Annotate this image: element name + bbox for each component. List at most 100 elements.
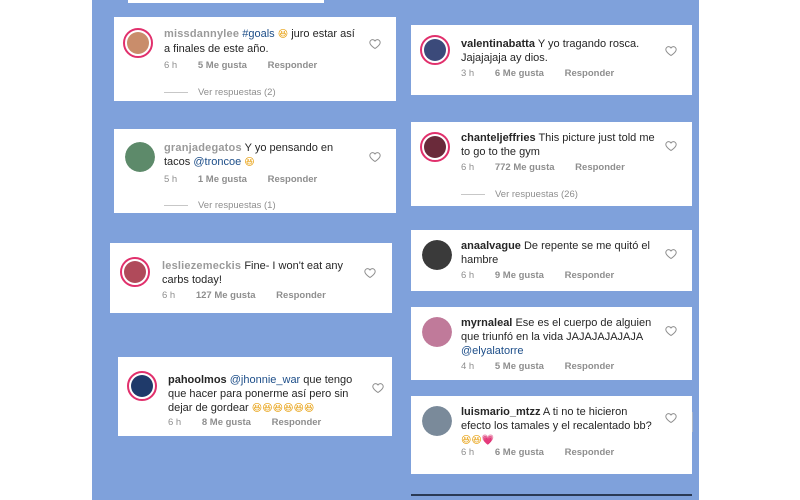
likes-count[interactable]: 5 Me gusta [198, 60, 247, 71]
view-replies-label: Ver respuestas (1) [198, 200, 276, 211]
reply-button[interactable]: Responder [565, 447, 615, 458]
likes-count[interactable]: 1 Me gusta [198, 174, 247, 185]
avatar-image [424, 136, 446, 158]
username[interactable]: chanteljeffries [461, 132, 536, 144]
avatar-image [422, 240, 452, 270]
comment-text: valentinabatta Y yo tragando rosca. Jaja… [461, 37, 651, 65]
avatar[interactable] [422, 317, 452, 347]
likes-count[interactable]: 6 Me gusta [495, 447, 544, 458]
timestamp[interactable]: 6 h [461, 447, 474, 458]
mention-link[interactable]: @elyalatorre [461, 345, 524, 357]
username[interactable]: missdannylee [164, 28, 239, 40]
view-replies-label: Ver respuestas (26) [495, 189, 578, 200]
comment-card: lesliezemeckis Fine- I won't eat any car… [110, 243, 392, 313]
laughing-emoji-icon: 😆 [277, 29, 289, 40]
likes-count[interactable]: 8 Me gusta [202, 417, 251, 428]
heart-outline-icon[interactable] [372, 382, 384, 394]
avatar[interactable] [422, 406, 452, 436]
comment-meta: 6 h 8 Me gusta Responder [168, 417, 339, 428]
mention-link[interactable]: @jhonnie_war [230, 374, 301, 386]
comment-card: anaalvague De repente se me quitó el ham… [411, 230, 692, 291]
heart-outline-icon[interactable] [364, 267, 376, 279]
mention-link[interactable]: @troncoe [193, 156, 241, 168]
heart-outline-icon[interactable] [665, 412, 677, 424]
laughing-emoji-icon: 😆😆😆😆😆😆 [251, 403, 315, 414]
timestamp[interactable]: 6 h [162, 290, 175, 301]
laughing-emoji-icon: 😆😆 [461, 435, 482, 446]
timestamp[interactable]: 5 h [164, 174, 177, 185]
avatar-image [424, 39, 446, 61]
view-replies-link[interactable]: Ver respuestas (26) [461, 189, 578, 200]
bottom-divider [411, 494, 692, 496]
timestamp[interactable]: 6 h [461, 270, 474, 281]
timestamp[interactable]: 3 h [461, 68, 474, 79]
likes-count[interactable]: 772 Me gusta [495, 162, 555, 173]
laughing-emoji-icon: 😆 [244, 157, 255, 168]
reply-button[interactable]: Responder [575, 162, 625, 173]
timestamp[interactable]: 6 h [461, 162, 474, 173]
avatar[interactable] [125, 142, 155, 172]
avatar[interactable] [120, 257, 150, 287]
likes-count[interactable]: 127 Me gusta [196, 290, 256, 301]
avatar[interactable] [123, 28, 153, 58]
comment-meta: 4 h 5 Me gusta Responder [461, 361, 632, 372]
view-replies-link[interactable]: Ver respuestas (2) [164, 87, 276, 98]
heart-outline-icon[interactable] [665, 140, 677, 152]
username[interactable]: valentinabatta [461, 38, 535, 50]
reply-button[interactable]: Responder [268, 60, 318, 71]
timestamp[interactable]: 4 h [461, 361, 474, 372]
avatar-image [127, 32, 149, 54]
username[interactable]: pahoolmos [168, 374, 227, 386]
timestamp[interactable]: 6 h [164, 60, 177, 71]
username[interactable]: myrnaleal [461, 317, 512, 329]
username[interactable]: anaalvague [461, 240, 521, 252]
avatar-image [125, 142, 155, 172]
timestamp[interactable]: 6 h [168, 417, 181, 428]
top-divider [128, 0, 324, 3]
comment-card: valentinabatta Y yo tragando rosca. Jaja… [411, 25, 692, 95]
heart-outline-icon[interactable] [665, 248, 677, 260]
view-replies-link[interactable]: Ver respuestas (1) [164, 200, 276, 211]
heart-outline-icon[interactable] [369, 151, 381, 163]
replies-dash [461, 193, 485, 195]
hashtag-link[interactable]: #goals [242, 28, 274, 40]
avatar-image [124, 261, 146, 283]
comment-meta: 3 h 6 Me gusta Responder [461, 68, 632, 79]
heart-outline-icon[interactable] [665, 45, 677, 57]
comment-card: luismario_mtzz A ti no te hicieron efect… [411, 396, 692, 474]
heart-outline-icon[interactable] [369, 38, 381, 50]
avatar[interactable] [420, 35, 450, 65]
avatar[interactable] [127, 371, 157, 401]
comment-text: lesliezemeckis Fine- I won't eat any car… [162, 259, 357, 287]
reply-button[interactable]: Responder [565, 68, 615, 79]
comment-card: missdannylee #goals 😆 juro estar así a f… [114, 17, 396, 101]
comment-card: myrnaleal Ese es el cuerpo de alguien qu… [411, 307, 692, 380]
reply-button[interactable]: Responder [272, 417, 322, 428]
view-replies-label: Ver respuestas (2) [198, 87, 276, 98]
username[interactable]: lesliezemeckis [162, 260, 241, 272]
comment-text: luismario_mtzz A ti no te hicieron efect… [461, 405, 656, 448]
avatar-image [131, 375, 153, 397]
avatar[interactable] [422, 240, 452, 270]
comment-meta: 5 h 1 Me gusta Responder [164, 174, 335, 185]
likes-count[interactable]: 5 Me gusta [495, 361, 544, 372]
reply-button[interactable]: Responder [565, 361, 615, 372]
avatar[interactable] [420, 132, 450, 162]
comment-text: pahoolmos @jhonnie_war que tengo que hac… [168, 373, 363, 416]
reply-button[interactable]: Responder [565, 270, 615, 281]
likes-count[interactable]: 9 Me gusta [495, 270, 544, 281]
reply-button[interactable]: Responder [268, 174, 318, 185]
likes-count[interactable]: 6 Me gusta [495, 68, 544, 79]
reply-button[interactable]: Responder [276, 290, 326, 301]
comment-card: pahoolmos @jhonnie_war que tengo que hac… [118, 357, 392, 436]
username[interactable]: granjadegatos [164, 142, 242, 154]
replies-dash [164, 204, 188, 206]
comment-text: myrnaleal Ese es el cuerpo de alguien qu… [461, 316, 656, 358]
comment-meta: 6 h 772 Me gusta Responder [461, 162, 643, 173]
comment-card: chanteljeffries This picture just told m… [411, 122, 692, 206]
heart-outline-icon[interactable] [665, 325, 677, 337]
comment-meta: 6 h 9 Me gusta Responder [461, 270, 632, 281]
comment-text: chanteljeffries This picture just told m… [461, 131, 656, 159]
username[interactable]: luismario_mtzz [461, 406, 540, 418]
avatar-image [422, 317, 452, 347]
